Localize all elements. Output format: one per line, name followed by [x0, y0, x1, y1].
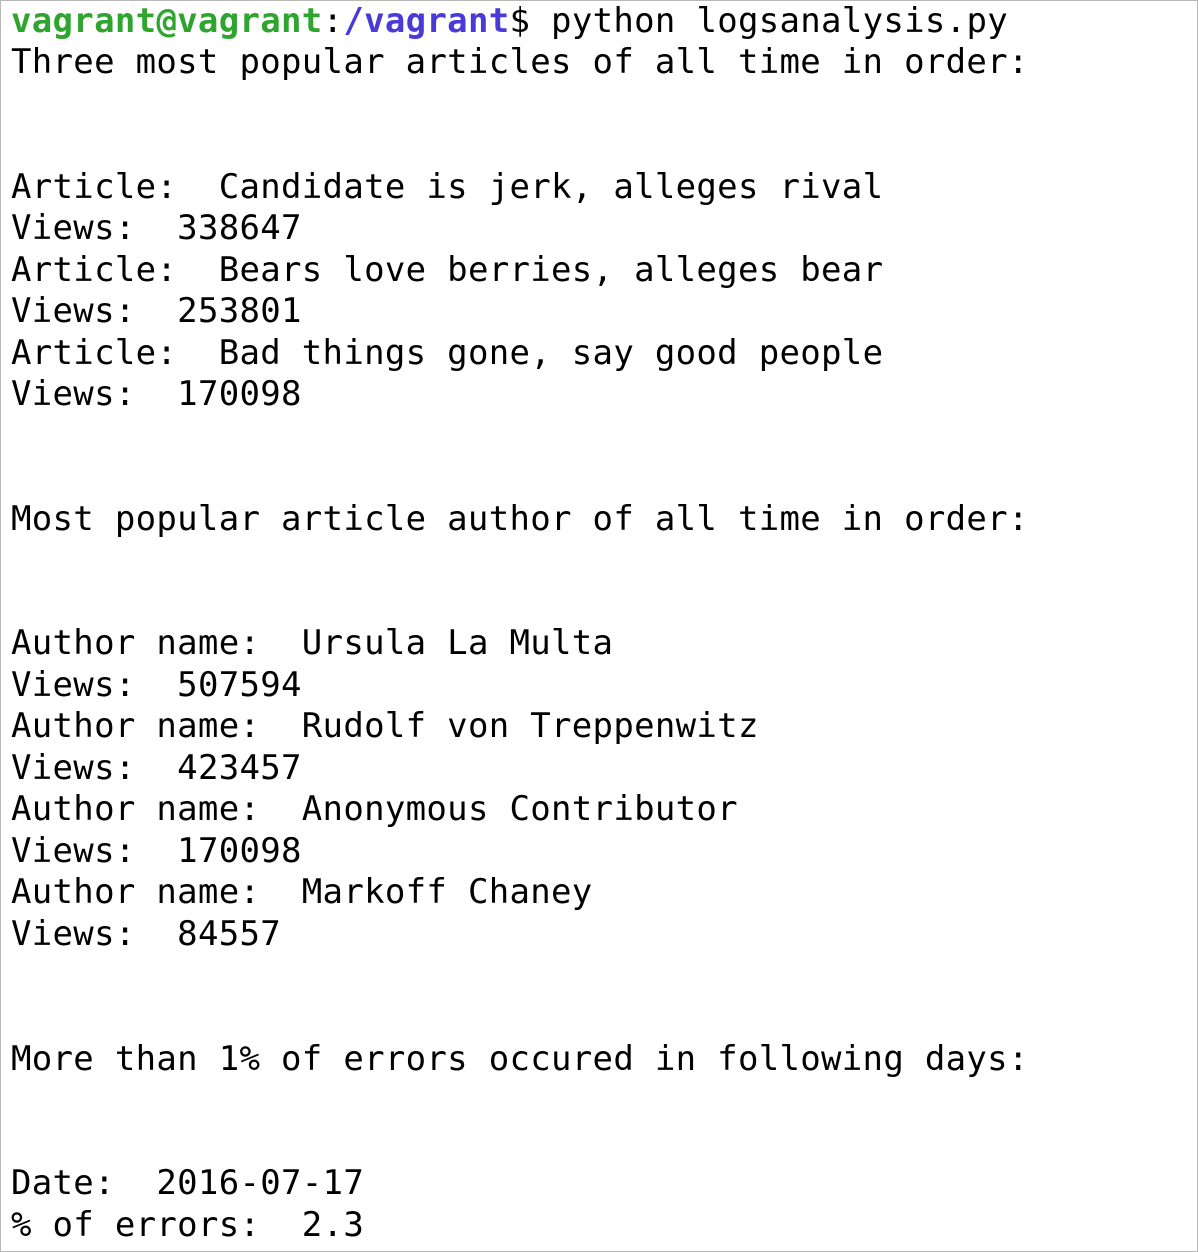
error-pct-label: % of errors: [11, 1205, 302, 1245]
authors-heading: Most popular article author of all time … [11, 499, 1029, 539]
author-label: Author name: [11, 706, 302, 746]
views-value: 84557 [177, 914, 282, 954]
article-title: Candidate is jerk, alleges rival [218, 167, 884, 207]
prompt-symbol: $ [509, 1, 531, 41]
views-label: Views: [11, 748, 178, 788]
error-pct-value: 2.3 [301, 1205, 365, 1245]
views-value: 338647 [177, 208, 302, 248]
views-label: Views: [11, 665, 178, 705]
article-title: Bad things gone, say good people [218, 333, 884, 373]
error-pct-line: % of errors: 2.3 [11, 1205, 364, 1245]
date-line: Date: 2016-07-17 [11, 1163, 364, 1203]
views-line: Views: 423457 [11, 748, 302, 788]
article-title: Bears love berries, alleges bear [218, 250, 884, 290]
views-line: Views: 170098 [11, 374, 302, 414]
articles-heading: Three most popular articles of all time … [11, 42, 1029, 82]
date-value: 2016-07-17 [156, 1163, 365, 1203]
prompt-line: vagrant@vagrant:/vagrant$ python logsana… [11, 1, 1008, 41]
views-line: Views: 170098 [11, 831, 302, 871]
views-label: Views: [11, 914, 178, 954]
article-line: Article: Bad things gone, say good peopl… [11, 333, 883, 373]
author-line: Author name: Rudolf von Treppenwitz [11, 706, 759, 746]
views-label: Views: [11, 291, 178, 331]
views-label: Views: [11, 208, 178, 248]
views-line: Views: 253801 [11, 291, 302, 331]
views-value: 423457 [177, 748, 302, 788]
author-label: Author name: [11, 789, 302, 829]
article-label: Article: [11, 250, 219, 290]
author-line: Author name: Markoff Chaney [11, 872, 593, 912]
command-text: python logsanalysis.py [530, 1, 1008, 41]
terminal-window[interactable]: vagrant@vagrant:/vagrant$ python logsana… [0, 0, 1198, 1252]
prompt-separator: : [322, 1, 344, 41]
author-name: Rudolf von Treppenwitz [301, 706, 759, 746]
errors-heading: More than 1% of errors occured in follow… [11, 1039, 1029, 1079]
views-label: Views: [11, 374, 178, 414]
author-name: Ursula La Multa [301, 623, 614, 663]
views-line: Views: 507594 [11, 665, 302, 705]
views-value: 253801 [177, 291, 302, 331]
article-label: Article: [11, 167, 219, 207]
prompt-path: /vagrant [343, 1, 510, 41]
author-name: Markoff Chaney [301, 872, 593, 912]
article-label: Article: [11, 333, 219, 373]
author-label: Author name: [11, 623, 302, 663]
views-value: 507594 [177, 665, 302, 705]
author-line: Author name: Ursula La Multa [11, 623, 613, 663]
author-name: Anonymous Contributor [301, 789, 738, 829]
author-line: Author name: Anonymous Contributor [11, 789, 738, 829]
views-value: 170098 [177, 374, 302, 414]
views-line: Views: 84557 [11, 914, 281, 954]
views-label: Views: [11, 831, 178, 871]
author-label: Author name: [11, 872, 302, 912]
prompt-user-host: vagrant@vagrant [11, 1, 323, 41]
article-line: Article: Candidate is jerk, alleges riva… [11, 167, 883, 207]
views-value: 170098 [177, 831, 302, 871]
article-line: Article: Bears love berries, alleges bea… [11, 250, 883, 290]
date-label: Date: [11, 1163, 157, 1203]
views-line: Views: 338647 [11, 208, 302, 248]
